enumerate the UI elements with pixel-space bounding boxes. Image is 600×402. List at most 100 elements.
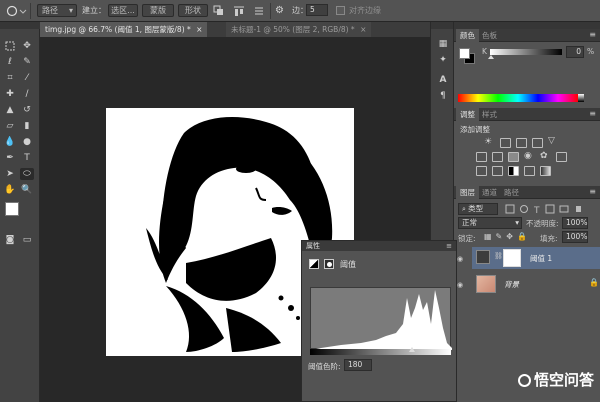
eyedropper-tool-icon[interactable]: ⁄ [20, 72, 34, 84]
eye-icon[interactable]: ◉ [457, 281, 463, 289]
tab-swatches[interactable]: 色板 [478, 29, 501, 42]
layer-mask-thumbnail[interactable] [503, 249, 521, 267]
panel-menu-icon[interactable]: ≡ [589, 30, 596, 39]
align-edges-checkbox[interactable] [336, 6, 345, 15]
brightness-contrast-icon[interactable]: ☀ [484, 137, 492, 147]
tab-styles[interactable]: 样式 [478, 108, 501, 121]
character-panel-icon[interactable]: A [437, 74, 449, 86]
gradient-map-icon[interactable] [540, 166, 551, 176]
panels-grip[interactable] [454, 22, 600, 29]
stamp-tool-icon[interactable]: ▲ [3, 104, 17, 116]
screen-mode-icon[interactable]: ▭ [20, 234, 34, 246]
k-value-input[interactable]: 0 [566, 46, 584, 58]
tab-properties[interactable]: 属性 [306, 241, 320, 251]
quick-mask-icon[interactable]: ◙ [3, 234, 17, 246]
path-operations-icon[interactable] [213, 5, 225, 17]
black-white-icon[interactable] [508, 152, 519, 162]
vibrance-icon[interactable]: ▽ [548, 136, 555, 146]
brush-tool-icon[interactable]: ∕ [20, 88, 34, 100]
tab-paths[interactable]: 路径 [500, 186, 523, 199]
curves-icon[interactable] [516, 138, 527, 148]
tab-layers[interactable]: 图层 [456, 186, 479, 199]
layers-panel-header: 图层 通道 路径 ≡ [454, 186, 600, 199]
levels-icon[interactable] [500, 138, 511, 148]
mask-icon[interactable] [324, 259, 334, 269]
history-panel-icon[interactable]: ▦ [437, 38, 449, 50]
dodge-tool-icon[interactable]: ● [20, 136, 34, 148]
invert-icon[interactable] [476, 166, 487, 176]
path-arrangement-icon[interactable] [253, 5, 265, 17]
brush-panel-icon[interactable]: ✦ [437, 54, 449, 66]
foreground-color-swatch[interactable] [5, 202, 19, 216]
pen-tool-icon[interactable]: ✒ [3, 152, 17, 164]
photo-filter-icon[interactable]: ◉ [524, 151, 532, 161]
path-alignment-icon[interactable] [233, 5, 245, 17]
healing-brush-icon[interactable]: ✚ [3, 88, 17, 100]
panel-menu-icon[interactable]: ≡ [446, 241, 452, 251]
layer-filter-icons[interactable]: T [504, 204, 584, 216]
opacity-input[interactable]: 100% [562, 217, 588, 229]
k-slider-thumb[interactable] [488, 55, 494, 59]
shape-button[interactable]: 形状 [178, 4, 208, 17]
tab-channels[interactable]: 通道 [478, 186, 501, 199]
mask-button[interactable]: 蒙版 [142, 4, 174, 17]
layer-row-threshold[interactable]: ⛓ 阈值 1 [472, 247, 600, 269]
panel-menu-icon[interactable]: ≡ [589, 109, 596, 118]
color-foreground-swatch[interactable] [459, 48, 470, 59]
close-icon[interactable]: × [196, 25, 202, 34]
path-select-tool-icon[interactable]: ➤ [3, 168, 17, 180]
hand-tool-icon[interactable]: ✋ [3, 184, 17, 196]
tab-untitled[interactable]: 未标题-1 @ 50% (图层 2, RGB/8) * × [226, 22, 372, 37]
chain-link-icon[interactable]: ⛓ [494, 252, 503, 260]
quick-select-tool-icon[interactable]: ✎ [20, 56, 34, 68]
lasso-tool-icon[interactable]: ℓ [3, 56, 17, 68]
tab-adjustments[interactable]: 调整 [456, 108, 479, 121]
k-slider-track[interactable] [490, 49, 562, 55]
tab-timg[interactable]: timg.jpg @ 66.7% (阈值 1, 图层蒙版/8) * × [40, 22, 208, 37]
selective-color-icon[interactable] [524, 166, 535, 176]
layer-kind-filter[interactable]: ⌕ 类型 [458, 203, 498, 215]
gradient-tool-icon[interactable]: ▮ [20, 120, 34, 132]
tool-preset-picker[interactable] [5, 4, 27, 18]
color-lookup-icon[interactable] [556, 152, 567, 162]
paragraph-panel-icon[interactable]: ¶ [437, 90, 449, 102]
layer-name[interactable]: 背景 [504, 279, 519, 290]
close-icon[interactable]: × [360, 25, 366, 34]
channel-mixer-icon[interactable]: ✿ [540, 151, 548, 161]
hue-saturation-icon[interactable] [476, 152, 487, 162]
blur-tool-icon[interactable]: 💧 [3, 136, 17, 148]
selection-button[interactable]: 选区... [108, 4, 138, 17]
sides-input[interactable]: 5 [306, 4, 328, 16]
gear-icon[interactable]: ⚙ [275, 4, 288, 17]
fill-input[interactable]: 100% [562, 231, 588, 243]
layer-name[interactable]: 阈值 1 [530, 253, 552, 264]
color-balance-icon[interactable] [492, 152, 503, 162]
opacity-label: 不透明度: [526, 219, 559, 228]
threshold-level-input[interactable]: 180 [344, 359, 372, 371]
dock-grip[interactable] [431, 22, 453, 29]
blend-mode-select[interactable]: 正常 ▾ [458, 217, 522, 229]
grayscale-ramp[interactable] [578, 94, 584, 102]
posterize-icon[interactable] [492, 166, 503, 176]
tab-color[interactable]: 颜色 [456, 29, 479, 42]
panel-grip[interactable] [0, 22, 40, 29]
marquee-tool-icon[interactable] [3, 40, 17, 52]
threshold-slider-thumb[interactable] [409, 347, 415, 352]
exposure-icon[interactable] [532, 138, 543, 148]
layer-row-background[interactable]: 背景 🔒 [472, 273, 600, 295]
color-spectrum-bar[interactable] [458, 94, 578, 102]
panel-menu-icon[interactable]: ≡ [589, 187, 596, 196]
crop-tool-icon[interactable]: ⌗ [3, 72, 17, 84]
move-tool-icon[interactable]: ✥ [20, 40, 34, 52]
threshold-icon[interactable] [508, 166, 519, 176]
eye-icon[interactable]: ◉ [457, 255, 463, 263]
properties-panel-header[interactable]: 属性 ≡ [302, 241, 456, 251]
zoom-tool-icon[interactable]: 🔍 [20, 184, 34, 196]
mode-select[interactable]: 路径 ▾ [37, 4, 77, 17]
lock-icons[interactable]: ▦✎✥🔒 [484, 232, 538, 242]
ellipse-tool-icon[interactable]: ⬭ [20, 168, 34, 180]
eraser-tool-icon[interactable]: ▱ [3, 120, 17, 132]
adjustment-name: 阈值 [340, 260, 356, 269]
type-tool-icon[interactable]: T [20, 152, 34, 164]
history-brush-icon[interactable]: ↺ [20, 104, 34, 116]
